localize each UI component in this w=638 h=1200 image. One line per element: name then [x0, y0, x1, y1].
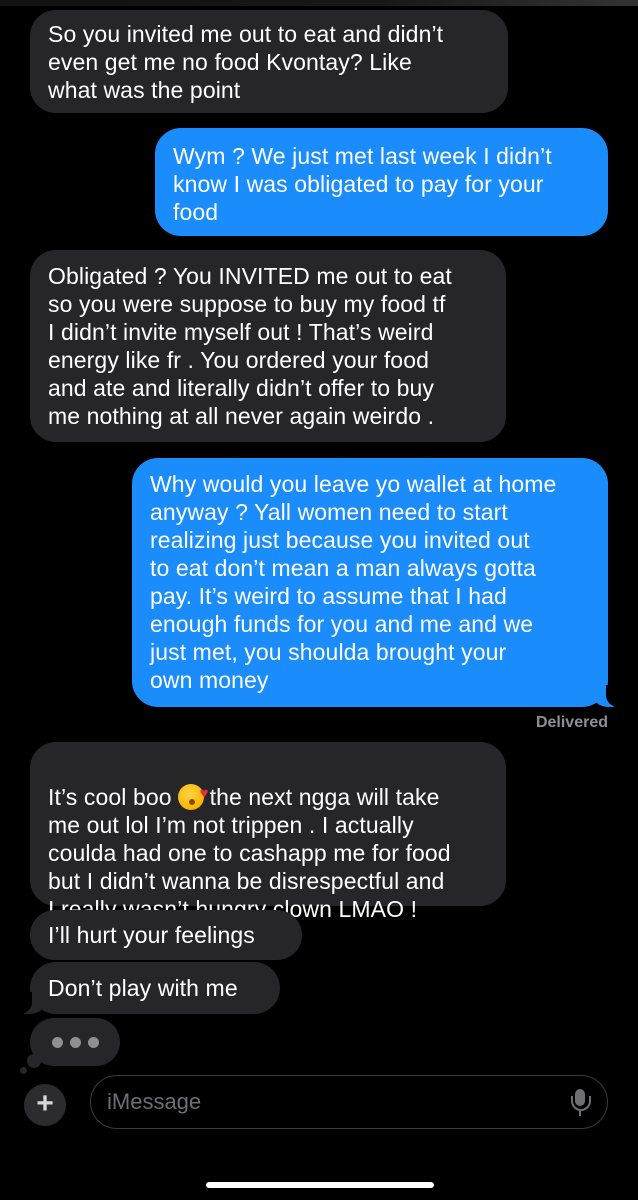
message-bubble-incoming[interactable]: I’ll hurt your feelings — [30, 910, 302, 960]
message-thread[interactable]: So you invited me out to eat and didn’t … — [0, 0, 638, 1074]
home-indicator[interactable] — [206, 1182, 434, 1188]
message-composer: + iMessage — [0, 1070, 638, 1140]
message-bubble-incoming[interactable]: Don’t play with me — [18, 962, 280, 1014]
message-bubble-outgoing[interactable]: Why would you leave yo wallet at home an… — [132, 458, 620, 707]
imessage-input[interactable]: iMessage — [90, 1075, 608, 1129]
typing-bubble-tail — [27, 1054, 41, 1068]
message-bubble-incoming[interactable]: It’s cool boothe next ngga will take me … — [30, 742, 506, 922]
typing-indicator — [20, 1018, 120, 1074]
message-text: It’s cool boo — [48, 784, 172, 810]
input-placeholder: iMessage — [107, 1089, 202, 1114]
message-bubble-incoming[interactable]: So you invited me out to eat and didn’t … — [30, 10, 508, 113]
delivered-status: Delivered — [535, 714, 608, 731]
typing-dots-icon — [51, 1036, 63, 1048]
message-bubble-incoming[interactable]: Obligated ? You INVITED me out to eat so… — [30, 250, 506, 442]
microphone-icon[interactable] — [569, 1087, 591, 1117]
face-blowing-a-kiss-emoji — [177, 780, 209, 810]
plus-icon[interactable]: + — [24, 1084, 66, 1126]
typing-dots-icon — [69, 1036, 81, 1048]
typing-dots-icon — [87, 1036, 99, 1048]
message-bubble-outgoing[interactable]: Wym ? We just met last week I didn’t kno… — [155, 128, 608, 236]
